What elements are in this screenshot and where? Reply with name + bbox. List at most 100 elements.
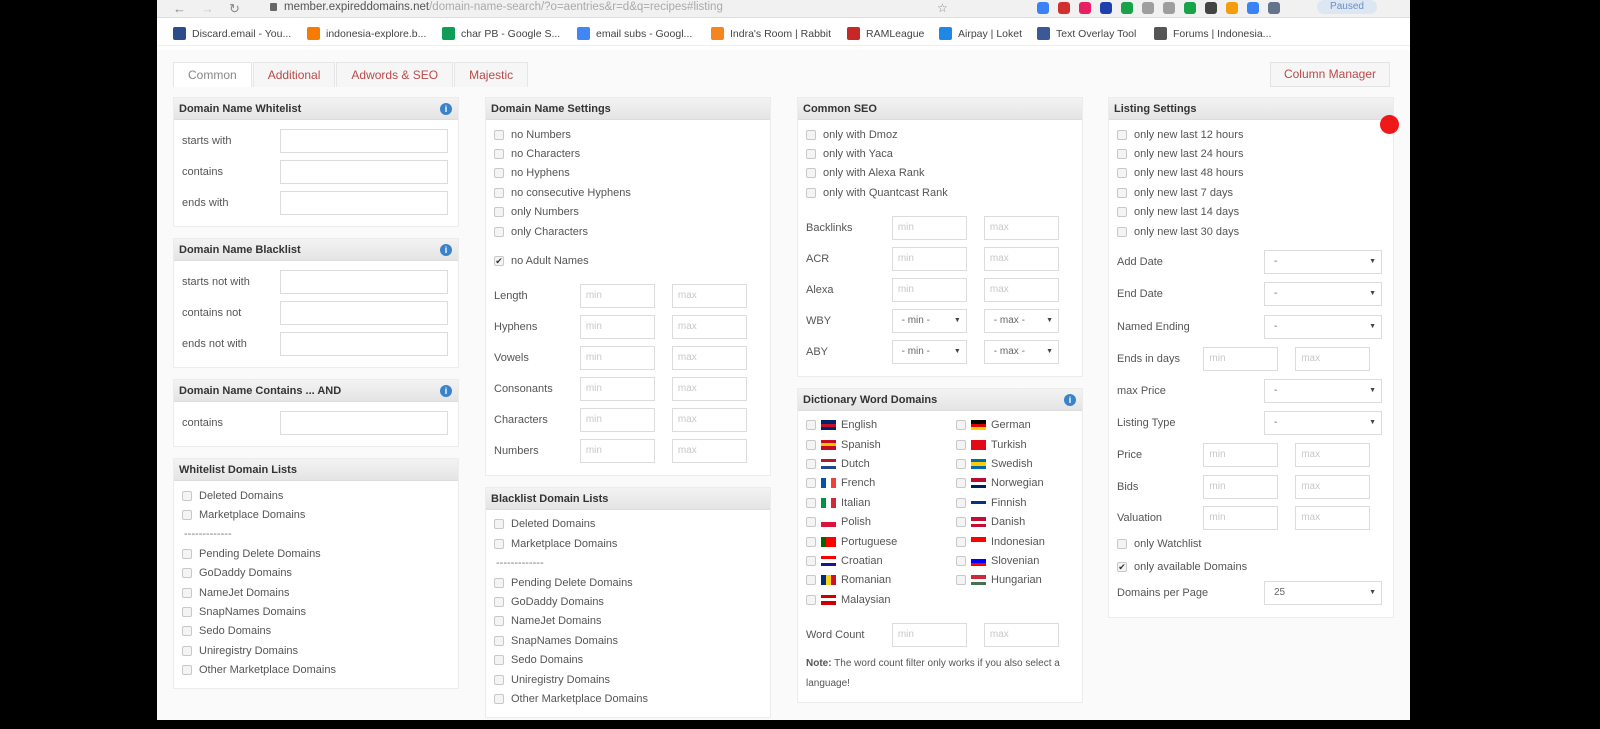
max-input[interactable]: max xyxy=(671,439,747,464)
forward-icon[interactable]: → xyxy=(201,1,214,16)
checkbox[interactable] xyxy=(494,655,504,666)
min-input[interactable]: min xyxy=(579,377,655,402)
min-input[interactable]: min xyxy=(891,622,967,647)
checkbox[interactable] xyxy=(182,568,192,579)
checkbox-row[interactable]: only Watchlist xyxy=(1117,534,1387,553)
checkbox-row[interactable]: Sedo Domains xyxy=(494,650,764,669)
info-icon[interactable]: i xyxy=(440,244,452,256)
checkbox[interactable]: ✔ xyxy=(494,256,504,267)
language-option[interactable]: French xyxy=(806,474,956,493)
min-input[interactable]: min xyxy=(579,315,655,340)
checkbox[interactable] xyxy=(494,168,504,179)
bookmark-item[interactable]: Text Overlay Tool xyxy=(1037,27,1136,40)
checkbox[interactable] xyxy=(956,439,966,450)
max-input[interactable]: max xyxy=(671,284,747,309)
min-input[interactable]: min xyxy=(579,284,655,309)
bookmark-item[interactable]: char PB - Google S... xyxy=(442,27,560,40)
max-input[interactable]: max xyxy=(983,216,1059,241)
language-option[interactable]: Norwegian xyxy=(956,474,1086,493)
checkbox[interactable] xyxy=(806,594,816,605)
language-option[interactable]: Slovenian xyxy=(956,551,1086,570)
checkbox-row[interactable]: Sedo Domains xyxy=(182,622,452,641)
checkbox-row[interactable]: only new last 30 days xyxy=(1117,222,1387,241)
checkbox[interactable] xyxy=(494,538,504,549)
checkbox[interactable] xyxy=(182,510,192,521)
language-option[interactable]: Indonesian xyxy=(956,532,1086,551)
checkbox[interactable] xyxy=(806,497,816,508)
extension-icon[interactable] xyxy=(1247,2,1259,14)
language-option[interactable]: Swedish xyxy=(956,454,1086,473)
min-select[interactable]: - min - xyxy=(891,309,967,334)
max-input[interactable]: max xyxy=(671,315,747,340)
checkbox-row[interactable]: Other Marketplace Domains xyxy=(182,661,452,680)
checkbox[interactable] xyxy=(806,187,816,198)
bookmark-item[interactable]: Airpay | Loket xyxy=(939,27,1022,40)
checkbox-row[interactable]: only new last 48 hours xyxy=(1117,164,1387,183)
checkbox[interactable] xyxy=(494,226,504,237)
checkbox-row[interactable]: NameJet Domains xyxy=(494,612,764,631)
max-input[interactable]: max xyxy=(1295,474,1371,499)
checkbox[interactable] xyxy=(806,575,816,586)
star-icon[interactable]: ☆ xyxy=(937,1,948,15)
max-input[interactable]: max xyxy=(1295,506,1371,531)
language-option[interactable]: Romanian xyxy=(806,571,956,590)
checkbox[interactable] xyxy=(1117,149,1127,160)
checkbox[interactable] xyxy=(494,129,504,140)
max-input[interactable]: max xyxy=(1295,443,1371,468)
language-option[interactable]: Croatian xyxy=(806,551,956,570)
checkbox[interactable] xyxy=(494,187,504,198)
max-input[interactable]: max xyxy=(983,622,1059,647)
max-input[interactable]: max xyxy=(671,377,747,402)
checkbox-row[interactable]: only Characters xyxy=(494,222,764,241)
tab-majestic[interactable]: Majestic xyxy=(454,62,529,87)
extension-icon[interactable] xyxy=(1226,2,1238,14)
checkbox-row[interactable]: no Numbers xyxy=(494,125,764,144)
checkbox[interactable] xyxy=(806,536,816,547)
extension-icon[interactable] xyxy=(1058,2,1070,14)
dropdown-select[interactable]: - xyxy=(1264,378,1382,403)
min-input[interactable]: min xyxy=(1203,443,1279,468)
min-input[interactable]: min xyxy=(1203,506,1279,531)
dropdown-select[interactable]: - xyxy=(1264,314,1382,339)
checkbox-row[interactable]: GoDaddy Domains xyxy=(494,592,764,611)
language-option[interactable]: German xyxy=(956,416,1086,435)
checkbox[interactable] xyxy=(956,575,966,586)
language-option[interactable]: Polish xyxy=(806,513,956,532)
checkbox[interactable] xyxy=(806,555,816,566)
language-option[interactable]: Finnish xyxy=(956,493,1086,512)
text-input[interactable] xyxy=(280,128,448,153)
checkbox[interactable] xyxy=(182,626,192,637)
reload-icon[interactable]: ↻ xyxy=(229,1,240,17)
checkbox[interactable] xyxy=(1117,538,1127,549)
extension-icon[interactable] xyxy=(1268,2,1280,14)
min-select[interactable]: - min - xyxy=(891,340,967,365)
checkbox[interactable] xyxy=(806,129,816,140)
checkbox[interactable] xyxy=(494,149,504,160)
checkbox[interactable] xyxy=(182,665,192,676)
language-option[interactable]: Spanish xyxy=(806,435,956,454)
checkbox[interactable] xyxy=(182,645,192,656)
checkbox[interactable] xyxy=(956,497,966,508)
checkbox[interactable] xyxy=(1117,187,1127,198)
checkbox[interactable] xyxy=(494,635,504,646)
bookmark-item[interactable]: Discard.email - You... xyxy=(173,27,291,40)
tab-additional[interactable]: Additional xyxy=(252,62,336,87)
checkbox-row[interactable]: Uniregistry Domains xyxy=(182,641,452,660)
min-input[interactable]: min xyxy=(1203,474,1279,499)
extension-icon[interactable] xyxy=(1184,2,1196,14)
back-icon[interactable]: ← xyxy=(173,1,186,16)
checkbox-row[interactable]: only new last 24 hours xyxy=(1117,144,1387,163)
text-input[interactable] xyxy=(280,269,448,294)
extension-icon[interactable] xyxy=(1163,2,1175,14)
min-input[interactable]: min xyxy=(891,247,967,272)
checkbox[interactable] xyxy=(956,555,966,566)
checkbox-row[interactable]: Pending Delete Domains xyxy=(494,573,764,592)
checkbox[interactable] xyxy=(956,536,966,547)
extension-icon[interactable] xyxy=(1205,2,1217,14)
checkbox-row[interactable]: only with Alexa Rank xyxy=(806,164,1076,183)
checkbox-row[interactable]: no consecutive Hyphens xyxy=(494,183,764,202)
min-input[interactable]: min xyxy=(1203,346,1279,371)
extension-icon[interactable] xyxy=(1037,2,1049,14)
checkbox[interactable] xyxy=(956,478,966,489)
text-input[interactable] xyxy=(280,410,448,435)
